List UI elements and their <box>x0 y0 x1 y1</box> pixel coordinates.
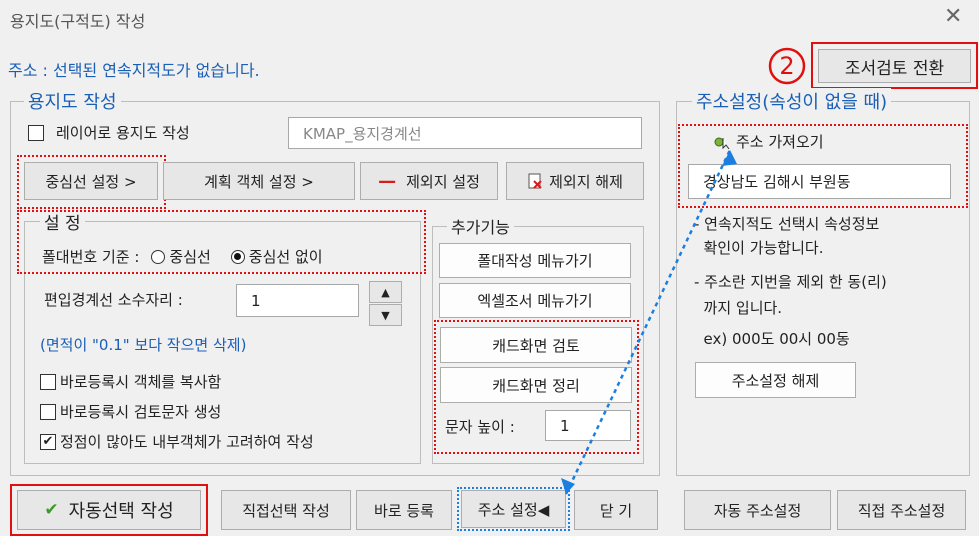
radio-no-center-line[interactable] <box>230 249 245 264</box>
status-text: 주소 : 선택된 연속지적도가 없습니다. <box>8 61 260 80</box>
vertex-label: 정점이 많아도 내부객체가 고려하여 작성 <box>60 433 314 451</box>
address-info-line-1: - 연속지적도 선택시 속성정보 <box>694 215 880 233</box>
address-input[interactable]: 경상남도 김해시 부원동 <box>688 164 951 199</box>
area-note: (면적이 "0.1" 보다 작으면 삭제) <box>40 336 247 354</box>
clear-doc-icon <box>528 173 542 189</box>
address-setting-button[interactable]: 주소 설정◀ <box>461 490 566 528</box>
auto-select-label: 자동선택 작성 <box>68 501 174 522</box>
pole-basis-label: 폴대번호 기준 : <box>42 248 140 266</box>
close-icon[interactable]: ✕ <box>944 4 962 29</box>
vertex-checkbox[interactable]: ✔ <box>40 433 56 450</box>
copy-object-label: 바로등록시 객체를 복사함 <box>60 373 222 391</box>
address-group-legend: 주소설정(속성이 없을 때) <box>692 88 892 114</box>
step-2-marker: 2 <box>768 47 806 85</box>
address-info-line-3: - 주소란 지번을 제외 한 동(리) <box>694 273 887 291</box>
auto-address-button[interactable]: 자동 주소설정 <box>684 490 831 530</box>
extra-legend: 추가기능 <box>447 214 514 238</box>
text-height-input[interactable]: 1 <box>545 410 631 441</box>
decimal-up-button[interactable]: ▲ <box>369 281 402 303</box>
arrow-up-icon: ▲ <box>381 285 390 299</box>
layer-checkbox-row[interactable]: 레이어로 용지도 작성 <box>28 122 190 143</box>
minus-icon: — <box>378 170 397 192</box>
excel-menu-button[interactable]: 엑셀조서 메뉴가기 <box>439 283 631 318</box>
decimal-input[interactable]: 1 <box>236 284 359 317</box>
radio-selected-dot <box>234 253 242 260</box>
review-text-checkbox[interactable] <box>40 403 56 420</box>
review-text-label: 바로등록시 검토문자 생성 <box>60 403 222 421</box>
exclude-set-button[interactable]: — 제외지 설정 <box>360 162 498 200</box>
pole-menu-button[interactable]: 폴대작성 메뉴가기 <box>439 243 631 278</box>
review-toggle-button[interactable]: 조서검토 전환 <box>818 49 971 83</box>
text-height-label: 문자 높이 : <box>445 418 515 436</box>
address-clear-button[interactable]: 주소설정 해제 <box>695 362 856 398</box>
copy-object-row[interactable]: 바로등록시 객체를 복사함 <box>40 371 221 392</box>
step-2-marker-number: 2 <box>779 52 794 80</box>
arrow-down-icon: ▼ <box>381 308 390 322</box>
fetch-address-label: 주소 가져오기 <box>736 133 824 151</box>
cad-review-button[interactable]: 캐드화면 검토 <box>440 327 632 363</box>
auto-select-button[interactable]: ✔ 자동선택 작성 <box>17 490 201 530</box>
exclude-unset-label: 제외지 해제 <box>549 172 623 191</box>
radio-no-center-line-label: 중심선 없이 <box>248 248 323 266</box>
radio-center-line[interactable] <box>151 249 166 264</box>
fetch-address-link[interactable]: 주소 가져오기 <box>714 131 824 152</box>
center-line-button[interactable]: 중심선 설정 > <box>24 162 158 200</box>
address-info-line-4: 까지 입니다. <box>694 299 783 317</box>
check-icon: ✔ <box>44 500 59 520</box>
address-info-line-5: ex) 000도 00시 00동 <box>694 330 850 348</box>
direct-register-button[interactable]: 바로 등록 <box>356 490 452 530</box>
plan-object-button[interactable]: 계획 객체 설정 > <box>163 162 355 200</box>
exclude-set-label: 제외지 설정 <box>406 172 480 191</box>
window-title: 용지도(구적도) 작성 <box>10 12 146 31</box>
decimal-down-button[interactable]: ▼ <box>369 304 402 326</box>
review-text-row[interactable]: 바로등록시 검토문자 생성 <box>40 401 221 422</box>
copy-object-checkbox[interactable] <box>40 373 56 390</box>
cad-clean-button[interactable]: 캐드화면 정리 <box>440 367 632 403</box>
layer-checkbox-label: 레이어로 용지도 작성 <box>56 124 190 142</box>
layer-checkbox[interactable] <box>28 124 44 141</box>
exclude-unset-button[interactable]: 제외지 해제 <box>506 162 644 200</box>
decimal-label: 편입경계선 소수자리 : <box>44 291 183 309</box>
vertex-row[interactable]: ✔ 정점이 많아도 내부객체가 고려하여 작성 <box>40 431 314 452</box>
title-bar <box>0 0 979 38</box>
manual-select-button[interactable]: 직접선택 작성 <box>221 490 351 530</box>
layer-name-input[interactable]: KMAP_용지경계선 <box>288 117 642 149</box>
address-info-line-2: 확인이 가능합니다. <box>694 239 824 257</box>
cursor-hand-icon <box>714 137 730 149</box>
manual-address-button[interactable]: 직접 주소설정 <box>837 490 966 530</box>
close-button[interactable]: 닫 기 <box>574 490 658 530</box>
pole-basis-row: 폴대번호 기준 : 중심선 중심선 없이 <box>42 246 323 267</box>
drawing-group-legend: 용지도 작성 <box>24 88 121 114</box>
radio-center-line-label: 중심선 <box>169 248 211 266</box>
